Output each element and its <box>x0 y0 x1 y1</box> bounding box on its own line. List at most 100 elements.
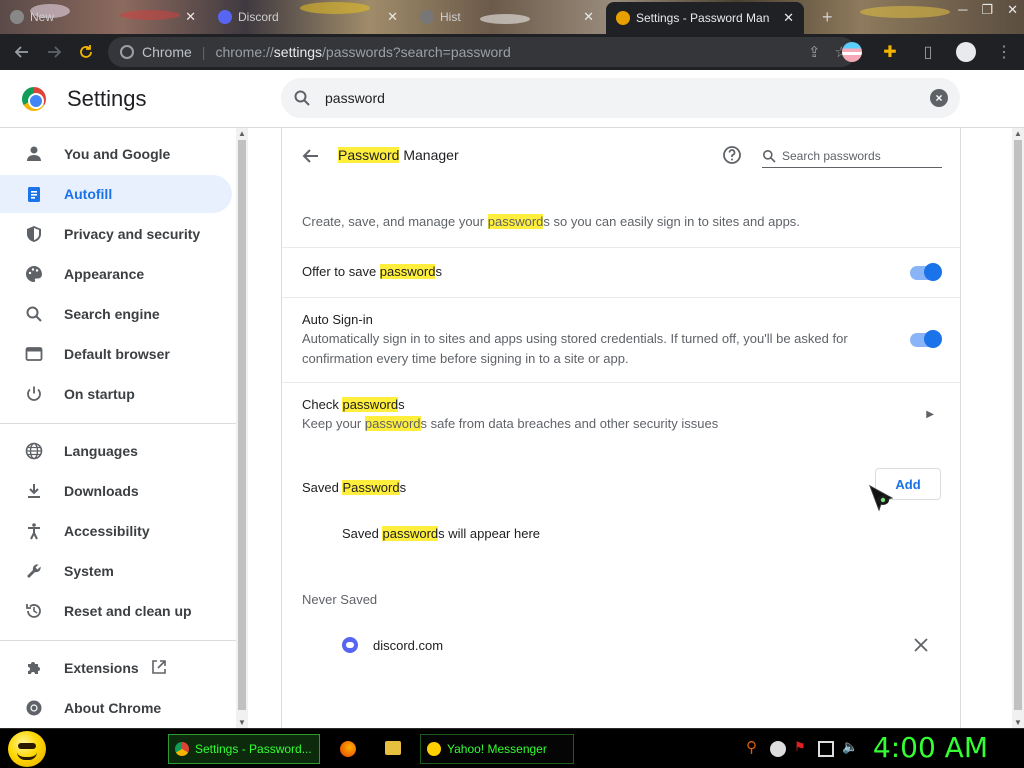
sidebar-item-system[interactable]: System <box>0 552 232 590</box>
text: s so you can easily sign in to sites and… <box>543 214 800 229</box>
check-passwords-row[interactable]: Check passwords Keep your passwords safe… <box>282 382 960 446</box>
sidebar-item-you-and-google[interactable]: You and Google <box>0 135 232 173</box>
sidebar-item-label: Accessibility <box>64 523 150 539</box>
auto-signin-toggle[interactable] <box>910 330 942 348</box>
side-panel-icon[interactable]: ▯ <box>912 36 944 68</box>
taskbar-item-label: Settings - Password... <box>195 742 312 756</box>
chrome-icon <box>175 742 189 756</box>
history-icon <box>22 599 46 623</box>
sidebar-item-privacy[interactable]: Privacy and security <box>0 215 232 253</box>
start-button-smiley-icon[interactable] <box>8 731 46 767</box>
text: s safe from data breaches and other secu… <box>420 416 719 431</box>
sidebar-item-accessibility[interactable]: Accessibility <box>0 512 232 550</box>
sidebar-item-search-engine[interactable]: Search engine <box>0 295 232 333</box>
puzzle-icon <box>22 656 46 680</box>
clear-search-icon[interactable]: × <box>930 89 948 107</box>
close-window-icon[interactable]: ✕ <box>1007 2 1018 18</box>
search-tray-icon[interactable]: ⚲ <box>746 738 762 756</box>
close-tab-icon[interactable]: ✕ <box>583 9 594 25</box>
taskbar-item-yahoo-messenger[interactable]: Yahoo! Messenger <box>420 734 574 764</box>
main-scrollbar[interactable]: ▲ ▼ <box>1012 128 1024 728</box>
sidebar-item-languages[interactable]: Languages <box>0 432 232 470</box>
sidebar-item-downloads[interactable]: Downloads <box>0 472 232 510</box>
text: Saved <box>342 526 383 541</box>
scroll-down-icon[interactable]: ▼ <box>1014 718 1022 727</box>
network-tray-icon[interactable] <box>818 741 834 757</box>
offer-to-save-row[interactable]: Offer to save passwords <box>282 247 960 297</box>
tab-new[interactable]: New ✕ <box>0 2 206 32</box>
menu-kebab-icon[interactable]: ⋮ <box>988 36 1020 68</box>
scrollbar-thumb[interactable] <box>1014 140 1022 710</box>
close-tab-icon[interactable]: ✕ <box>783 10 794 26</box>
globe-icon <box>22 439 46 463</box>
accessibility-icon <box>22 519 46 543</box>
settings-sidebar: You and Google Autofill Privacy and secu… <box>0 128 236 728</box>
sidebar-item-label: About Chrome <box>64 700 162 716</box>
sidebar-item-default-browser[interactable]: Default browser <box>0 335 232 373</box>
firefox-icon[interactable] <box>340 741 356 757</box>
browser-toolbar: Chrome | chrome://settings/passwords?sea… <box>0 34 1024 70</box>
taskbar-clock: 4:00 AM <box>872 731 988 764</box>
messenger-tray-icon[interactable] <box>770 741 786 757</box>
download-icon <box>22 479 46 503</box>
sidebar-item-on-startup[interactable]: On startup <box>0 375 232 413</box>
sidebar-item-about-chrome[interactable]: About Chrome <box>0 689 232 727</box>
new-tab-button[interactable]: + <box>812 2 842 32</box>
sidebar-scrollbar[interactable]: ▲ ▼ <box>236 128 248 728</box>
discord-favicon-icon <box>218 10 232 24</box>
maximize-icon[interactable]: ❐ <box>981 2 993 18</box>
profile-avatar-icon[interactable] <box>950 36 982 68</box>
address-bar[interactable]: Chrome | chrome://settings/passwords?sea… <box>108 37 856 67</box>
auto-signin-label: Auto Sign-in <box>302 312 373 327</box>
mouse-cursor-icon <box>869 484 894 512</box>
palette-icon <box>22 262 46 286</box>
close-tab-icon[interactable]: ✕ <box>387 9 398 25</box>
taskbar-item-chrome[interactable]: Settings - Password... <box>168 734 320 764</box>
auto-signin-desc-line2: confirmation every time before signing i… <box>302 351 629 366</box>
password-manager-card: Password Manager Search passwords Create… <box>281 128 961 728</box>
minimize-icon[interactable]: ─ <box>958 2 967 18</box>
chrome-site-icon <box>120 45 134 59</box>
close-tab-icon[interactable]: ✕ <box>185 9 196 25</box>
sidebar-divider <box>0 640 236 641</box>
scrollbar-thumb[interactable] <box>238 140 246 710</box>
remove-icon[interactable] <box>912 636 930 654</box>
share-icon[interactable]: ⇪ <box>808 43 821 61</box>
back-arrow-icon[interactable] <box>302 147 320 165</box>
sidebar-item-reset[interactable]: Reset and clean up <box>0 592 232 630</box>
settings-search-input[interactable]: password × <box>281 78 960 118</box>
sidebar-item-appearance[interactable]: Appearance <box>0 255 232 293</box>
check-passwords-label: Check passwords <box>302 397 405 412</box>
flag-tray-icon[interactable]: ⚑ <box>794 739 810 755</box>
back-icon[interactable] <box>6 36 38 68</box>
wrench-icon <box>22 559 46 583</box>
scroll-up-icon[interactable]: ▲ <box>238 129 246 138</box>
auto-signin-row[interactable]: Auto Sign-in Automatically sign in to si… <box>282 297 960 382</box>
extensions-puzzle-icon[interactable]: ✚ <box>874 36 906 68</box>
password-manager-title: Password Manager <box>338 147 459 163</box>
sidebar-item-extensions[interactable]: Extensions <box>0 649 232 687</box>
search-icon <box>294 90 310 106</box>
scroll-down-icon[interactable]: ▼ <box>238 718 246 727</box>
yahoo-smiley-icon <box>427 742 441 756</box>
history-favicon-icon <box>420 10 434 24</box>
help-icon[interactable] <box>722 145 742 165</box>
folder-icon[interactable] <box>385 741 401 755</box>
sidebar-item-label: On startup <box>64 386 135 402</box>
scroll-up-icon[interactable]: ▲ <box>1014 129 1022 138</box>
tab-discord[interactable]: Discord ✕ <box>208 2 408 32</box>
profile-flag-icon[interactable] <box>836 36 868 68</box>
chevron-right-icon: ▶ <box>926 409 934 420</box>
url-scheme: chrome:// <box>215 44 274 60</box>
offer-to-save-toggle[interactable] <box>910 263 942 281</box>
volume-tray-icon[interactable]: 🔈 <box>842 739 858 755</box>
forward-icon[interactable] <box>38 36 70 68</box>
tab-label: Hist <box>440 10 461 24</box>
tab-label: New <box>30 10 55 24</box>
tab-history[interactable]: Hist ✕ <box>410 2 604 32</box>
person-icon <box>22 142 46 166</box>
search-passwords-input[interactable]: Search passwords <box>762 144 942 168</box>
tab-settings[interactable]: Settings - Password Man ✕ <box>606 2 804 34</box>
reload-icon[interactable] <box>70 36 102 68</box>
sidebar-item-autofill[interactable]: Autofill <box>0 175 232 213</box>
